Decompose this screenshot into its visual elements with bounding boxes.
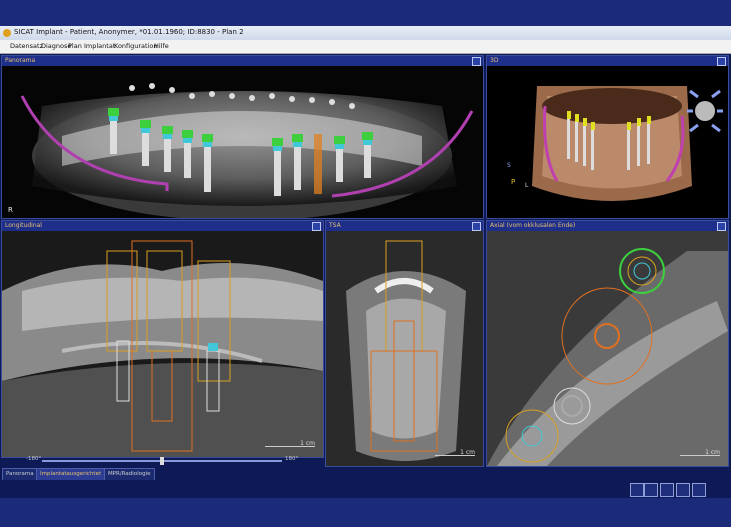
implant-icon-4[interactable] bbox=[692, 483, 706, 497]
scale-label: 1 cm bbox=[705, 449, 720, 456]
orientation-r: R bbox=[8, 206, 13, 214]
axial-panel[interactable]: Axial (vom okklusalen Ende) 1 cm bbox=[486, 220, 729, 467]
window-title: SICAT Implant - Patient, Anonymer, *01.0… bbox=[14, 28, 244, 36]
axial-header: Axial (vom okklusalen Ende) bbox=[487, 221, 728, 231]
slider-min-label: -180° bbox=[26, 456, 42, 462]
implant-icon-2[interactable] bbox=[660, 483, 674, 497]
tsa-label: TSA bbox=[329, 222, 341, 229]
menu-diagnose[interactable]: Diagnose bbox=[41, 42, 71, 50]
scale-label: 1 cm bbox=[300, 440, 315, 447]
orient-l: L bbox=[525, 182, 529, 189]
orient-p: P bbox=[511, 178, 516, 186]
view3d-label: 3D bbox=[490, 57, 499, 64]
panorama-label: Panorama bbox=[5, 57, 36, 64]
longitudinal-label: Longitudinal bbox=[5, 222, 42, 229]
menu-konfiguration[interactable]: Konfiguration bbox=[114, 42, 157, 50]
longitudinal-panel[interactable]: Longitudinal 1 cm bbox=[1, 220, 324, 458]
menu-bar: Datensatz Diagnose Plan Implantat Konfig… bbox=[0, 40, 731, 54]
view-tabs: Panorama Implantatausgerichtet MPR/Radio… bbox=[0, 468, 320, 481]
maximize-icon[interactable] bbox=[312, 222, 321, 231]
title-bar: SICAT Implant - Patient, Anonymer, *01.0… bbox=[0, 26, 731, 41]
panorama-panel[interactable]: Panorama R bbox=[1, 55, 484, 219]
tsa-header: TSA bbox=[326, 221, 483, 231]
maximize-icon[interactable] bbox=[717, 222, 726, 231]
menu-datensatz[interactable]: Datensatz bbox=[10, 42, 43, 50]
rotation-slider[interactable]: -180° 180° bbox=[2, 456, 322, 466]
longitudinal-view[interactable]: 1 cm bbox=[2, 231, 323, 457]
view3d-panel[interactable]: 3D S P L bbox=[486, 55, 729, 219]
implant-icon-3[interactable] bbox=[676, 483, 690, 497]
axial-label: Axial (vom okklusalen Ende) bbox=[490, 222, 576, 229]
slider-max-label: 180° bbox=[285, 456, 299, 462]
orient-s: S bbox=[507, 162, 511, 169]
panorama-view[interactable]: R bbox=[2, 66, 483, 218]
menu-hilfe[interactable]: Hilfe bbox=[154, 42, 169, 50]
scale-label: 1 cm bbox=[460, 449, 475, 456]
tsa-view[interactable]: 1 cm bbox=[326, 231, 483, 466]
measure-icon[interactable] bbox=[630, 483, 644, 497]
slider-thumb[interactable] bbox=[160, 457, 164, 465]
axial-view[interactable]: 1 cm bbox=[487, 231, 728, 466]
menu-implantat[interactable]: Implantat bbox=[84, 42, 115, 50]
menu-plan[interactable]: Plan bbox=[68, 42, 82, 50]
panorama-header: Panorama bbox=[2, 56, 483, 66]
maximize-icon[interactable] bbox=[472, 222, 481, 231]
app-icon bbox=[3, 29, 11, 37]
tsa-panel[interactable]: TSA 1 cm bbox=[325, 220, 484, 467]
bottom-toolbar bbox=[0, 480, 731, 498]
maximize-icon[interactable] bbox=[717, 57, 726, 66]
longitudinal-header: Longitudinal bbox=[2, 221, 323, 231]
view3d-view[interactable]: S P L bbox=[487, 66, 728, 218]
maximize-icon[interactable] bbox=[472, 57, 481, 66]
implant-icon-1[interactable] bbox=[644, 483, 658, 497]
view3d-header: 3D bbox=[487, 56, 728, 66]
